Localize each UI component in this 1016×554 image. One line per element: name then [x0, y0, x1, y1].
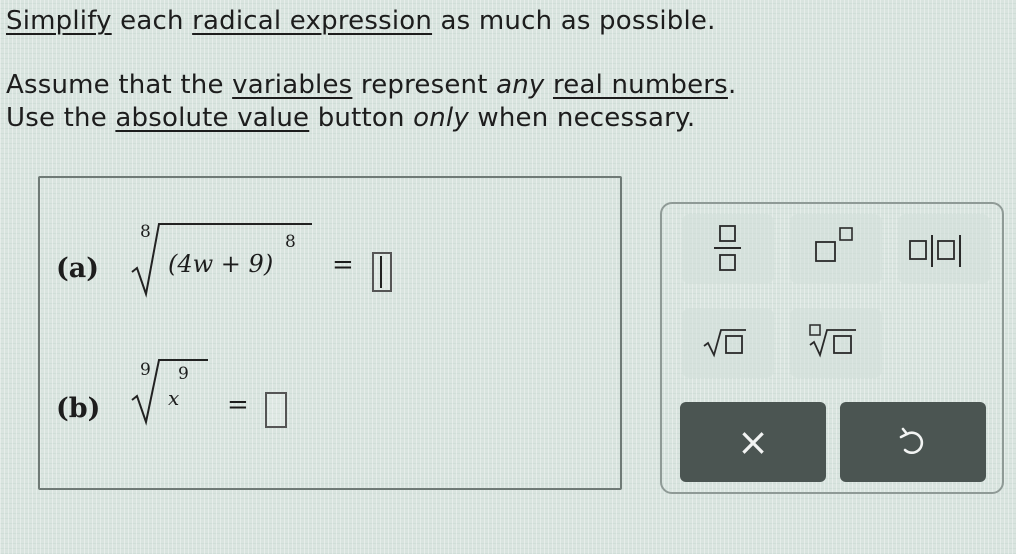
instruction-text: Assume that the	[6, 70, 233, 100]
part-b-label: (b)	[56, 393, 101, 424]
equals-sign-a: =	[332, 250, 354, 280]
emphasis-any: any	[496, 70, 545, 100]
root-index-a: 8	[140, 222, 151, 242]
superscript-button[interactable]	[790, 214, 882, 284]
problem-panel	[38, 176, 622, 490]
radicand-base-b: x	[168, 386, 180, 410]
superscript-icon	[815, 227, 853, 262]
undo-icon	[899, 427, 924, 455]
clear-icon: ×	[737, 420, 769, 464]
undo-button[interactable]	[840, 402, 986, 482]
radical-expression-a: 8 (4w + 9) 8	[130, 218, 315, 302]
nth-root-icon	[809, 324, 856, 358]
instruction-text: Use the	[6, 103, 116, 133]
square-root-button[interactable]	[682, 308, 774, 378]
instruction-text: each	[111, 6, 193, 36]
text-cursor	[380, 256, 382, 288]
square-root-icon	[703, 329, 746, 358]
clear-button[interactable]: ×	[680, 402, 826, 482]
instruction-text: as much as possible.	[432, 6, 716, 36]
link-variables[interactable]: variables	[232, 70, 352, 100]
link-absolute-value[interactable]: absolute value	[115, 103, 309, 133]
fraction-icon	[714, 225, 741, 271]
radical-expression-b: 9 x 9	[130, 358, 215, 442]
instruction-text: represent	[352, 70, 497, 100]
radicand-base-a: (4w + 9)	[168, 250, 274, 278]
absolute-value-icon	[909, 235, 961, 267]
link-real-numbers[interactable]: real numbers	[553, 70, 728, 100]
instruction-text: when necessary.	[468, 103, 696, 133]
fraction-button[interactable]	[682, 214, 774, 284]
root-index-b: 9	[140, 360, 151, 380]
absolute-value-button[interactable]	[898, 214, 990, 284]
link-radical-expression[interactable]: radical expression	[192, 6, 432, 36]
part-a-label: (a)	[56, 253, 100, 284]
instruction-text	[545, 70, 553, 100]
instruction-text: button	[309, 103, 414, 133]
radicand-exponent-a: 8	[285, 232, 296, 252]
equals-sign-b: =	[227, 390, 249, 420]
instruction-line-2: Assume that the variables represent any …	[6, 70, 736, 100]
answer-input-b[interactable]	[265, 392, 287, 428]
emphasis-only: only	[413, 103, 469, 133]
link-simplify[interactable]: Simplify	[6, 6, 112, 36]
answer-input-a[interactable]	[372, 252, 392, 292]
nth-root-button[interactable]	[790, 308, 882, 378]
instruction-line-1: Simplify each radical expression as much…	[6, 6, 716, 36]
instruction-text: .	[727, 70, 737, 100]
radicand-exponent-b: 9	[178, 364, 189, 384]
instruction-line-3: Use the absolute value button only when …	[6, 103, 695, 133]
